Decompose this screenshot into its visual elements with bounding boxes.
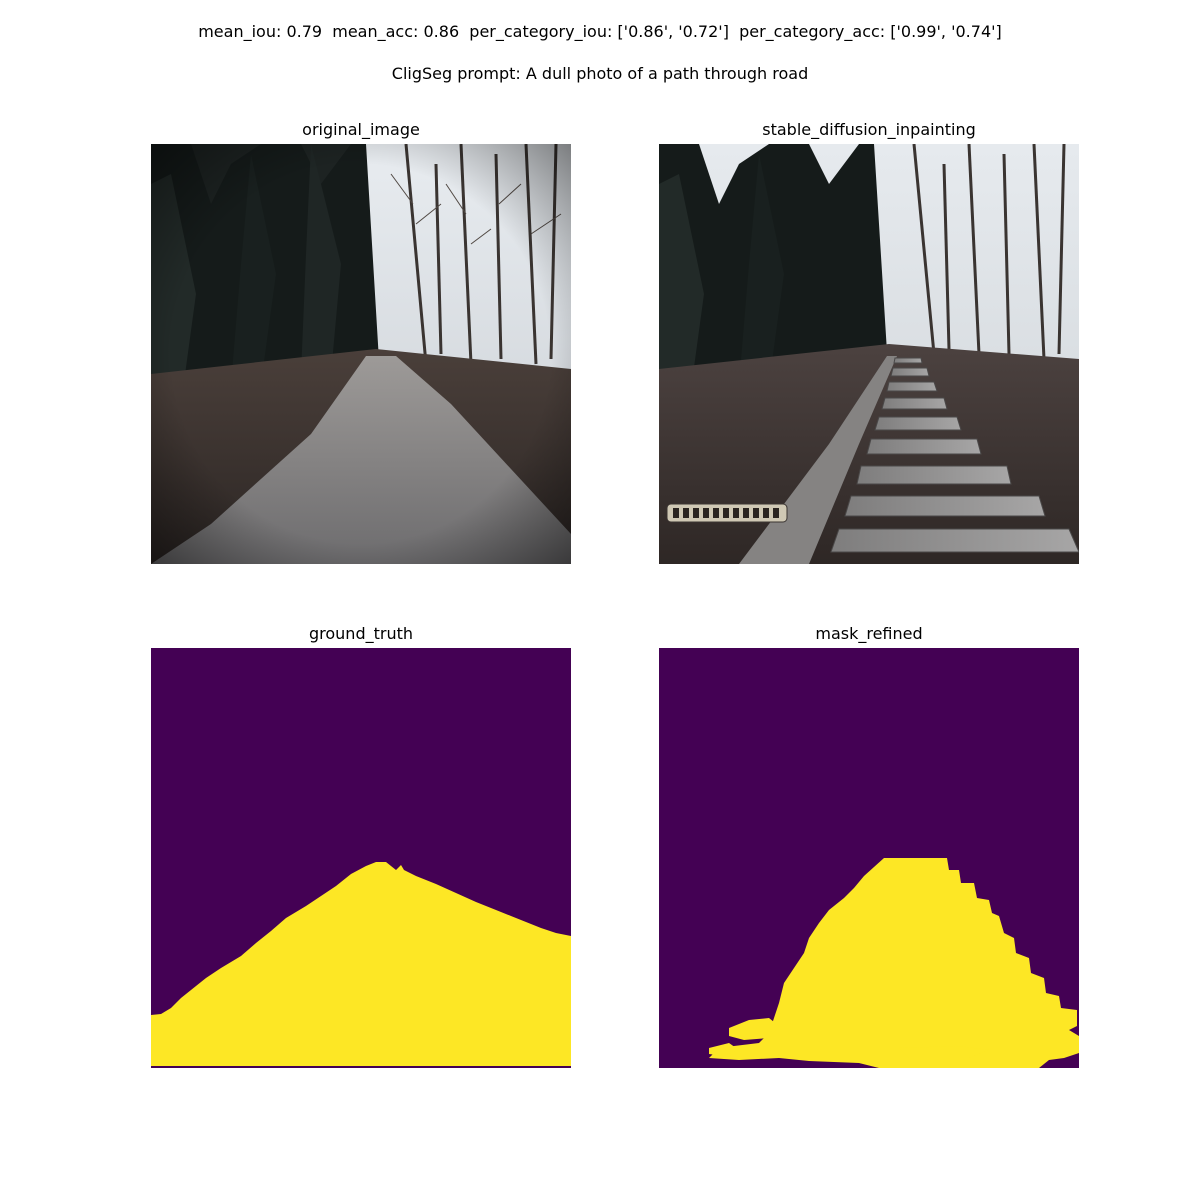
mask-refined-title: mask_refined [815,624,923,643]
mask-refined-mask [659,648,1079,1068]
original-image-title: original_image [302,120,420,139]
metrics-title: mean_iou: 0.79 mean_acc: 0.86 per_catego… [198,22,1002,41]
original-image-photo [151,144,571,564]
inpainting-image [659,144,1079,564]
original-image [151,144,571,564]
prompt-title: CligSeg prompt: A dull photo of a path t… [391,64,809,83]
inpainting-title: stable_diffusion_inpainting [762,120,976,139]
ground-truth-title: ground_truth [308,624,413,643]
ground-truth-mask [151,648,571,1068]
ground-truth-mask-image [151,648,571,1068]
mask-refined-mask-image [659,648,1079,1068]
inpainting-image-photo [659,144,1079,564]
